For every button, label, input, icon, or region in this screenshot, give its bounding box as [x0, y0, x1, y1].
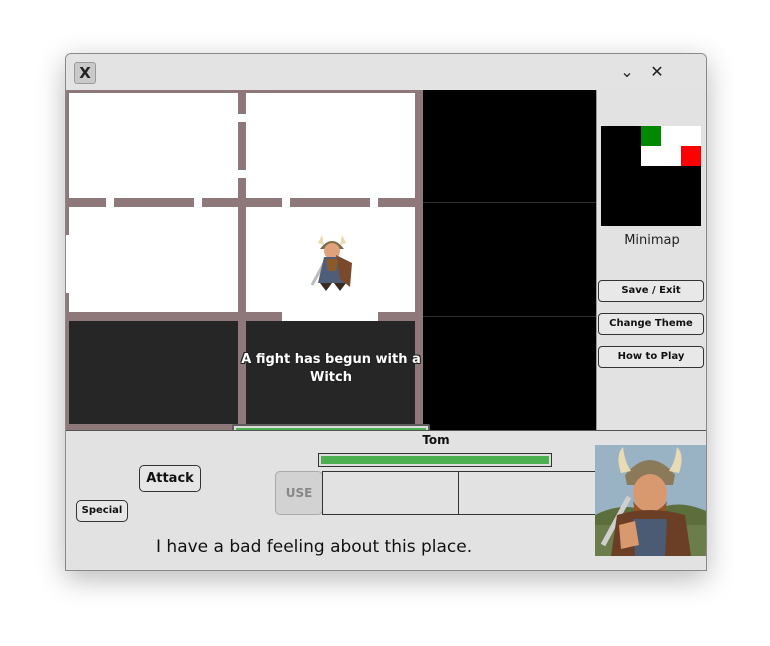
app-icon: X [74, 62, 96, 84]
hero-portrait [595, 445, 706, 556]
wall [66, 198, 422, 207]
minimap-label: Minimap [624, 233, 680, 248]
door [282, 312, 378, 321]
door [238, 114, 246, 122]
save-exit-button[interactable]: Save / Exit [598, 280, 704, 302]
game-window: X ⌄ ✕ A fight has begun with a Witch Min… [65, 53, 707, 571]
inventory-slot[interactable] [458, 471, 597, 515]
fight-message: A fight has begun with a Witch [241, 352, 421, 385]
close-button[interactable]: ✕ [647, 62, 667, 82]
minimap-exit [681, 146, 701, 166]
hero-sprite [310, 235, 352, 291]
door [238, 170, 246, 178]
room-cell [66, 90, 242, 202]
special-button[interactable]: Special [76, 500, 128, 522]
door [194, 198, 202, 207]
change-theme-button[interactable]: Change Theme [598, 313, 704, 335]
player-health-bar [318, 453, 552, 467]
door [370, 198, 378, 207]
sidebar: Minimap Save / Exit Change Theme How to … [596, 90, 706, 430]
room-cell [66, 202, 242, 316]
title-bar: X ⌄ ✕ [66, 54, 706, 90]
minimize-button[interactable]: ⌄ [617, 62, 637, 82]
grid-line [423, 202, 596, 203]
player-name: Tom [422, 433, 450, 447]
door [66, 235, 69, 293]
action-panel: Attack Special Tom USE I have a bad feel… [66, 430, 706, 570]
use-button[interactable]: USE [275, 471, 323, 515]
attack-button[interactable]: Attack [139, 465, 201, 492]
door [106, 198, 114, 207]
grid-line [423, 316, 596, 317]
minimap-player [641, 126, 661, 146]
room-cell [242, 90, 420, 202]
wall [66, 90, 422, 93]
player-health-fill [321, 456, 549, 464]
dialogue-text: I have a bad feeling about this place. [156, 537, 473, 557]
how-to-play-button[interactable]: How to Play [598, 346, 704, 368]
room-cell-dark [66, 316, 242, 430]
minimap [601, 126, 701, 226]
inventory-slot[interactable] [322, 471, 459, 515]
door [282, 198, 290, 207]
